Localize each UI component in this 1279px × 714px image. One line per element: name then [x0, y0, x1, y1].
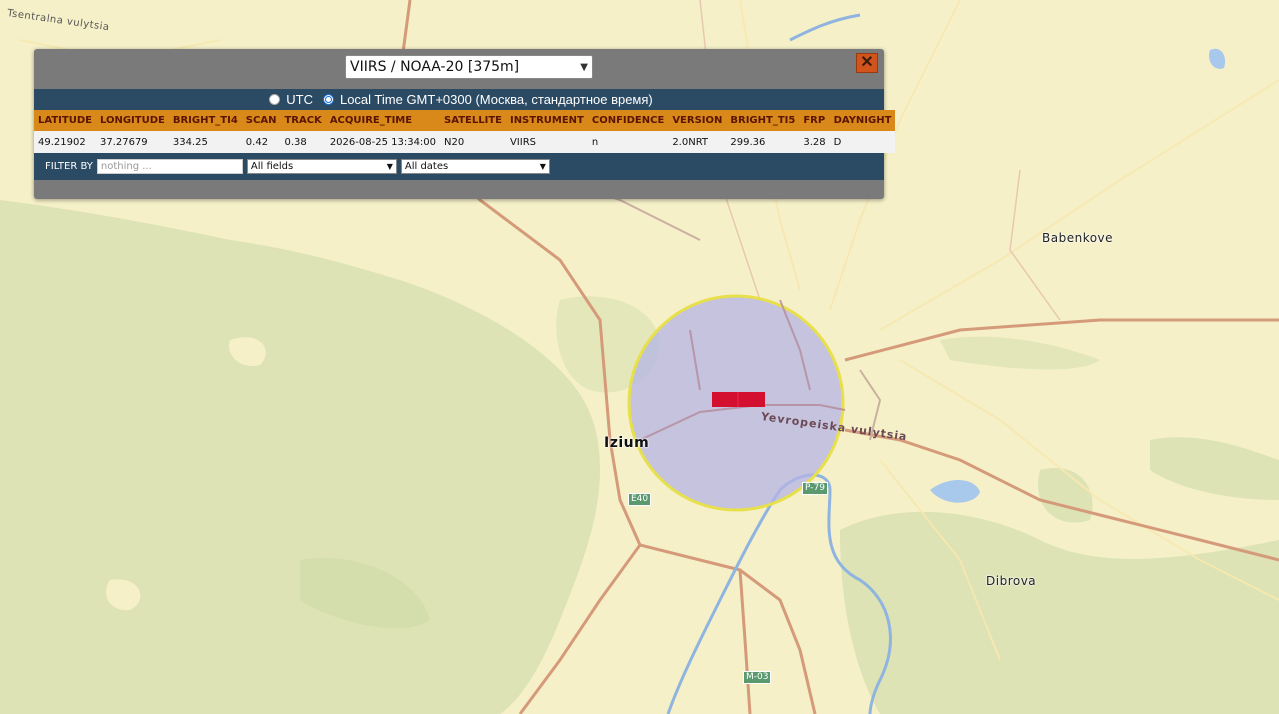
- filter-field-select[interactable]: All fields ▼: [246, 159, 397, 174]
- timezone-bar: UTC Local Time GMT+0300 (Москва, стандар…: [34, 89, 884, 110]
- col-scan[interactable]: SCAN: [241, 110, 281, 131]
- col-version[interactable]: VERSION: [668, 110, 727, 131]
- fire-data-table: LATITUDE LONGITUDE BRIGHT_TI4 SCAN TRACK…: [34, 110, 896, 153]
- cell-track: 0.38: [280, 131, 326, 153]
- filter-field-selected: All fields: [250, 161, 294, 172]
- col-bright-ti5[interactable]: BRIGHT_TI5: [726, 110, 800, 131]
- cell-bright-ti4: 334.25: [168, 131, 242, 153]
- filter-input[interactable]: [96, 159, 243, 174]
- filter-bar: FILTER BY All fields ▼ All dates ▼: [34, 153, 884, 180]
- cell-bright-ti5: 299.36: [726, 131, 800, 153]
- chevron-down-icon: ▼: [539, 162, 546, 171]
- utc-radio[interactable]: [269, 94, 281, 105]
- road-shield-p79: P-79: [802, 482, 828, 495]
- cell-instrument: VIIRS: [505, 131, 588, 153]
- col-frp[interactable]: FRP: [799, 110, 830, 131]
- col-acquire-time[interactable]: ACQUIRE_TIME: [325, 110, 441, 131]
- col-confidence[interactable]: CONFIDENCE: [587, 110, 669, 131]
- cell-satellite: N20: [440, 131, 506, 153]
- local-time-label[interactable]: Local Time GMT+0300 (Москва, стандартное…: [340, 92, 653, 107]
- filter-label: FILTER BY: [45, 161, 93, 172]
- col-track[interactable]: TRACK: [280, 110, 326, 131]
- close-button[interactable]: ✕: [856, 53, 878, 73]
- chevron-down-icon: ▼: [386, 162, 393, 171]
- town-label-izium: Izium: [604, 435, 650, 451]
- col-bright-ti4[interactable]: BRIGHT_TI4: [168, 110, 242, 131]
- cell-version: 2.0NRT: [668, 131, 727, 153]
- table-row[interactable]: 49.21902 37.27679 334.25 0.42 0.38 2026-…: [34, 131, 896, 153]
- cell-confidence: n: [587, 131, 669, 153]
- town-label-babenkove: Babenkove: [1042, 231, 1114, 245]
- cell-scan: 0.42: [241, 131, 281, 153]
- chevron-down-icon: ▼: [580, 61, 588, 73]
- dataset-select[interactable]: VIIRS / NOAA-20 [375m] ▼: [345, 55, 593, 79]
- fire-info-popup: VIIRS / NOAA-20 [375m] ▼ ✕ UTC Local Tim…: [34, 49, 896, 199]
- filter-date-selected: All dates: [404, 161, 449, 172]
- cell-latitude: 49.21902: [34, 131, 96, 153]
- cell-acquire-time: 2026-08-25 13:34:00: [325, 131, 441, 153]
- col-satellite[interactable]: SATELLITE: [440, 110, 506, 131]
- road-shield-e40: E40: [628, 493, 652, 506]
- col-latitude[interactable]: LATITUDE: [34, 110, 96, 131]
- col-instrument[interactable]: INSTRUMENT: [505, 110, 588, 131]
- filter-date-select[interactable]: All dates ▼: [400, 159, 550, 174]
- utc-label[interactable]: UTC: [286, 92, 313, 107]
- town-label-dibrova: Dibrova: [986, 574, 1037, 588]
- local-time-radio[interactable]: [322, 94, 334, 105]
- col-daynight[interactable]: DAYNIGHT: [829, 110, 896, 131]
- table-header-row: LATITUDE LONGITUDE BRIGHT_TI4 SCAN TRACK…: [34, 110, 896, 131]
- col-longitude[interactable]: LONGITUDE: [95, 110, 169, 131]
- dataset-selected-label: VIIRS / NOAA-20 [375m]: [350, 59, 520, 75]
- cell-longitude: 37.27679: [95, 131, 169, 153]
- cell-daynight: D: [829, 131, 896, 153]
- cell-frp: 3.28: [799, 131, 830, 153]
- road-shield-m03: M-03: [743, 671, 772, 684]
